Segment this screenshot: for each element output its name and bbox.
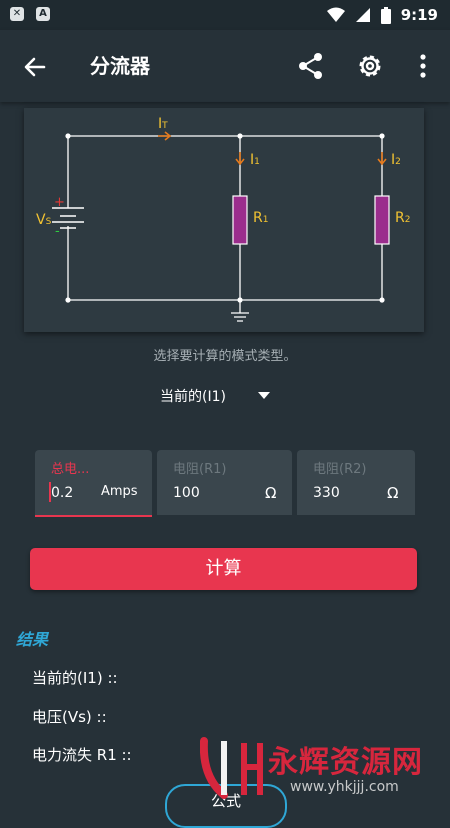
resistance-r1-value: 100 [173,485,200,501]
total-current-value: 0.2 [51,485,74,501]
resistor-r1 [232,195,248,245]
shield-icon: ✕ [10,7,24,21]
watermark-url: www.yhkjjj.com [290,779,399,795]
circuit-diagram: IT I1 I2 VS R1 R2 + - [24,108,424,332]
results-heading: 结果 [16,630,49,649]
share-icon[interactable] [295,50,327,82]
watermark: 永辉资源网 www.yhkjjj.com [198,735,450,800]
resistance-r2-unit: Ω [387,484,399,502]
a-icon: A [36,7,50,21]
label-i2: I2 [391,152,401,168]
back-arrow-icon[interactable] [18,50,52,84]
total-current-unit: Amps [101,484,138,499]
system-icons: 9:19 [326,6,438,24]
arrow-i1 [235,152,245,166]
arrow-it [158,131,172,141]
plus-sign: + [54,195,65,210]
page-title: 分流器 [90,54,150,78]
minus-sign: - [55,224,60,239]
label-r1: R1 [253,210,268,226]
total-current-label: 总电... [51,462,90,477]
wifi-icon [326,7,345,22]
circuit-svg: IT I1 I2 VS R1 R2 + - [36,116,410,322]
wires [52,135,383,322]
resistance-r1-unit: Ω [265,484,277,502]
arrow-i2 [377,152,387,166]
calculate-button[interactable]: 计算 [30,548,417,590]
label-vs: VS [36,212,52,228]
nodes [65,133,385,303]
resistor-r2 [374,195,390,245]
result-power-loss-r1: 电力流失 R1 :: [32,746,132,764]
status-time: 9:19 [400,6,438,24]
status-bar: ✕ A 9:19 [0,0,450,30]
result-voltage-vs: 电压(Vs) :: [32,708,107,726]
resistance-r1-label: 电阻(R1) [173,462,227,477]
mode-hint: 选择要计算的模式类型。 [153,349,297,364]
label-it: IT [158,116,168,132]
label-r2: R2 [395,210,410,226]
resistance-r2-label: 电阻(R2) [313,462,367,477]
resistance-r2-field[interactable]: 电阻(R2) 330 Ω [297,450,415,515]
app-bar: 分流器 [0,30,450,102]
resistance-r1-field[interactable]: 电阻(R1) 100 Ω [157,450,292,515]
resistance-r2-value: 330 [313,485,340,501]
signal-icon [355,8,370,22]
notification-icons: ✕ A [10,7,50,21]
mode-dropdown-value: 当前的(I1) [160,389,226,405]
more-vert-icon[interactable] [407,50,439,82]
mode-dropdown[interactable]: 当前的(I1) [150,382,280,410]
result-current-i1: 当前的(I1) :: [32,669,118,687]
watermark-logo-icon [200,737,263,799]
total-current-field[interactable]: 总电... 0.2 Amps [35,450,152,517]
gear-icon[interactable] [354,50,386,82]
dropdown-arrow-icon [258,392,270,399]
label-i1: I1 [250,152,260,168]
watermark-name: 永辉资源网 [268,745,423,780]
battery-icon [380,6,391,24]
